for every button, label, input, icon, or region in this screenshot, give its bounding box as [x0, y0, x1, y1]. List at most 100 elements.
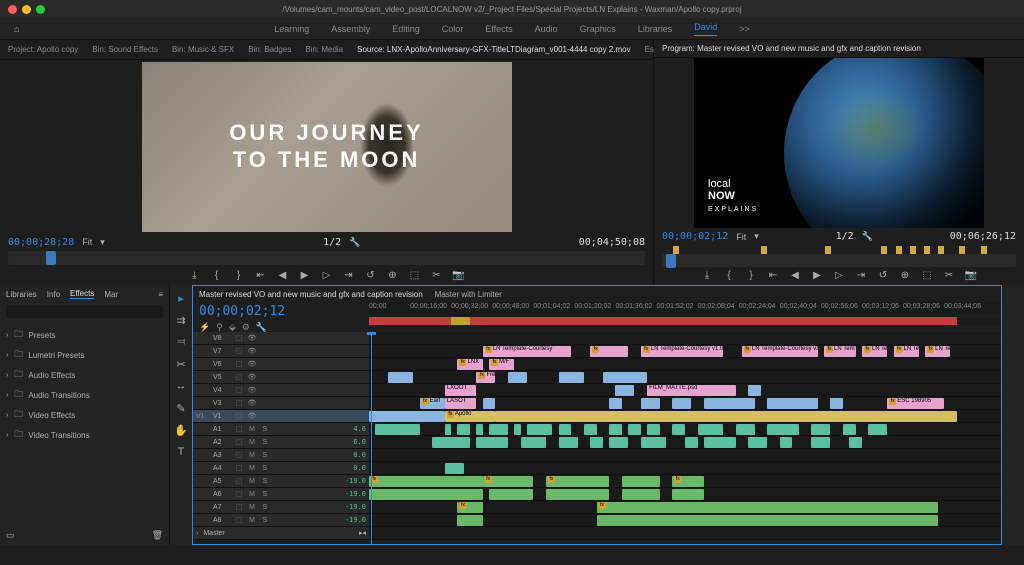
program-monitor[interactable]: local NOW EXPLAINS [654, 58, 1024, 228]
time-ruler[interactable]: 00;0000;00;16;0000;00;32;0000;00;48;0000… [369, 302, 1001, 316]
new-bin-icon[interactable]: ▭ [6, 530, 15, 541]
clip[interactable]: fxLN Template-Courtesy [483, 346, 571, 357]
program-scrubber[interactable] [662, 254, 1016, 267]
track-header[interactable]: V3⬚👁 [193, 397, 369, 409]
clip[interactable]: fxLN Te [862, 346, 887, 357]
track-lane[interactable]: fxApollo [369, 410, 1001, 422]
track-lane[interactable] [369, 332, 1001, 344]
transport-button[interactable]: ⇤ [255, 269, 267, 281]
transport-button[interactable]: 📷 [965, 270, 977, 282]
clip[interactable] [388, 372, 413, 383]
clip[interactable] [521, 437, 546, 448]
track-lane[interactable]: fxfx [369, 501, 1001, 513]
hand-tool-icon[interactable]: ✋ [174, 423, 188, 437]
clip[interactable] [597, 515, 938, 526]
sequence-tab-2[interactable]: Master with Limiter [435, 290, 502, 299]
master-track-header[interactable]: ›Master▸◂ [193, 527, 369, 539]
clip[interactable]: fx [546, 476, 609, 487]
transport-button[interactable]: ▷ [321, 269, 333, 281]
transport-button[interactable]: ◀ [789, 270, 801, 282]
clip[interactable] [830, 398, 843, 409]
razor-tool-icon[interactable]: ✂ [174, 357, 188, 371]
track-lane[interactable]: fxfxfxfx [369, 475, 1001, 487]
effects-folder[interactable]: ›🗀Audio Effects [6, 365, 163, 385]
clip[interactable] [603, 372, 647, 383]
clip[interactable] [489, 489, 533, 500]
clip[interactable] [590, 437, 603, 448]
clip[interactable] [527, 424, 552, 435]
clip[interactable]: fxFrea [476, 372, 495, 383]
timeline-playhead-tc[interactable]: 00;00;02;12 [199, 304, 363, 319]
program-markers[interactable] [662, 245, 1016, 254]
minimize-window-icon[interactable] [22, 5, 31, 14]
transport-button[interactable]: ⤓ [189, 269, 201, 281]
clip[interactable] [672, 489, 704, 500]
track-header[interactable]: A1⬚MS4.6 [193, 423, 369, 435]
track-header[interactable]: A5⬚MS-19.0 [193, 475, 369, 487]
tab-libraries[interactable]: Libraries [6, 290, 37, 299]
clip[interactable] [843, 424, 856, 435]
close-window-icon[interactable] [8, 5, 17, 14]
transport-button[interactable]: } [233, 269, 245, 281]
track-lane[interactable] [369, 423, 1001, 435]
workspace-overflow[interactable]: >> [739, 24, 750, 34]
clip[interactable] [748, 437, 767, 448]
tab-effects[interactable]: Effects [70, 289, 94, 299]
clip[interactable]: fxApollo [445, 411, 496, 422]
clip[interactable] [432, 437, 470, 448]
clip[interactable] [672, 424, 685, 435]
clip[interactable] [811, 424, 830, 435]
clip[interactable] [483, 398, 496, 409]
clip[interactable] [369, 489, 483, 500]
clip[interactable] [457, 515, 482, 526]
clip[interactable]: fxM/F [489, 359, 514, 370]
source-scrubber[interactable] [8, 251, 645, 265]
track-lane[interactable]: fxEarlLASOTfxESC 198905 [369, 397, 1001, 409]
clip[interactable] [704, 437, 736, 448]
clip[interactable] [495, 411, 956, 422]
clip[interactable] [609, 437, 628, 448]
clip[interactable] [748, 385, 761, 396]
workspace-graphics[interactable]: Graphics [580, 24, 616, 34]
track-lane[interactable] [369, 488, 1001, 500]
clip[interactable] [704, 398, 755, 409]
clip[interactable] [609, 398, 622, 409]
clip[interactable]: fxEarl [420, 398, 445, 409]
clip[interactable] [508, 372, 527, 383]
ripple-tool-icon[interactable]: ⫤ [174, 335, 188, 349]
clip[interactable]: fx [672, 476, 704, 487]
transport-button[interactable]: ⊕ [899, 270, 911, 282]
track-lane[interactable] [369, 462, 1001, 474]
clip[interactable] [546, 489, 609, 500]
clip[interactable]: LXOOT [445, 385, 477, 396]
clip[interactable] [868, 424, 887, 435]
workspace-effects[interactable]: Effects [485, 24, 512, 34]
transport-button[interactable]: ▶ [299, 269, 311, 281]
type-tool-icon[interactable]: T [174, 445, 188, 459]
track-lane[interactable] [369, 514, 1001, 526]
slip-tool-icon[interactable]: ↔ [174, 379, 188, 393]
clip[interactable] [628, 424, 641, 435]
clip[interactable]: fx [597, 502, 938, 513]
transport-button[interactable]: ⇥ [855, 270, 867, 282]
clip[interactable]: fxLN Template-Courtesy v1.0 [641, 346, 723, 357]
track-select-tool-icon[interactable]: ⇉ [174, 313, 188, 327]
tab-bin-sfx[interactable]: Bin: Sound Effects [92, 45, 158, 54]
source-fit[interactable]: Fit [82, 237, 92, 247]
clip[interactable] [375, 424, 419, 435]
transport-button[interactable]: { [723, 270, 735, 282]
track-header[interactable]: A8⬚MS-19.0 [193, 514, 369, 526]
clip[interactable] [849, 437, 862, 448]
clip[interactable] [622, 489, 660, 500]
clip[interactable]: fxLN Te [894, 346, 919, 357]
track-header[interactable]: V8⬚👁 [193, 332, 369, 344]
sequence-tab-active[interactable]: Master revised VO and new music and gfx … [199, 290, 423, 299]
clip[interactable] [767, 424, 799, 435]
transport-button[interactable]: ◀ [277, 269, 289, 281]
clip[interactable] [476, 424, 482, 435]
clip[interactable] [641, 398, 660, 409]
clip[interactable] [615, 385, 634, 396]
workspace-audio[interactable]: Audio [535, 24, 558, 34]
clip[interactable] [698, 424, 723, 435]
clip[interactable] [445, 463, 464, 474]
